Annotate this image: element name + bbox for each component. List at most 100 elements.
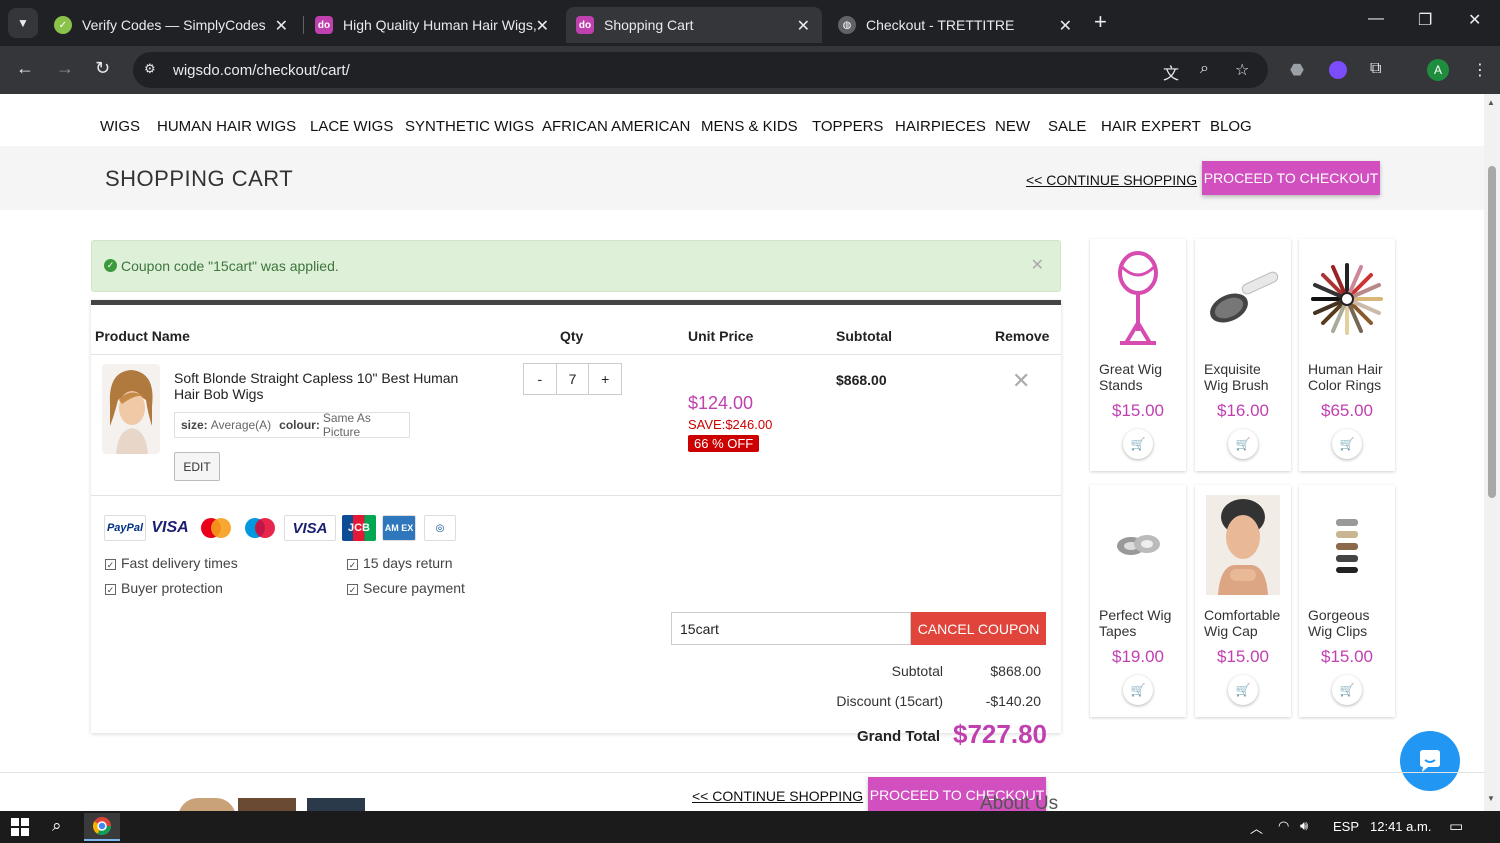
nav-toppers[interactable]: TOPPERS [812,118,883,135]
extension-icon[interactable]: ⬣ [1290,60,1304,80]
translate-icon[interactable]: 文 [1163,60,1179,84]
close-icon[interactable]: ✕ [1031,255,1044,275]
footer-thumbnail[interactable] [307,798,365,811]
nav-african-american[interactable]: AFRICAN AMERICAN [542,118,690,135]
product-name-link[interactable]: Soft Blonde Straight Capless 10" Best Hu… [174,370,474,402]
scroll-down-icon[interactable]: ▼ [1487,794,1495,803]
product-card-wig-stands[interactable]: Great Wig Stands $15.00 🛒 [1090,239,1186,471]
close-tab-icon[interactable]: ✕ [797,16,810,36]
volume-icon[interactable]: 🔊︎ [1300,818,1308,834]
nav-blog[interactable]: BLOG [1210,118,1252,135]
nav-lace-wigs[interactable]: LACE WIGS [310,118,393,135]
product-image[interactable] [1307,495,1387,595]
scroll-up-icon[interactable]: ▲ [1487,98,1495,107]
product-name[interactable]: Great Wig Stands [1099,361,1183,393]
product-image[interactable] [1203,249,1283,349]
chrome-taskbar-icon[interactable] [84,813,120,841]
add-to-cart-icon[interactable]: 🛒 [1123,675,1153,705]
proceed-to-checkout-button[interactable]: PROCEED TO CHECKOUT [1202,161,1380,195]
continue-shopping-link-bottom[interactable]: << CONTINUE SHOPPING [692,788,863,804]
back-icon[interactable]: ← [16,58,34,79]
product-name[interactable]: Exquisite Wig Brush [1204,361,1288,393]
product-price: $15.00 [1217,647,1269,666]
continue-shopping-link[interactable]: << CONTINUE SHOPPING [1026,172,1197,188]
close-tab-icon[interactable]: ✕ [536,16,549,36]
menu-kebab-icon[interactable]: ⋮ [1472,60,1488,80]
forward-icon[interactable]: → [56,58,74,79]
add-to-cart-icon[interactable]: 🛒 [1123,429,1153,459]
feature-text: Fast delivery times [121,555,238,571]
footer-thumbnail[interactable] [238,798,296,811]
qty-decrease-button[interactable]: - [524,364,556,394]
edit-button[interactable]: EDIT [174,452,220,481]
zoom-icon[interactable]: ⌕ [1200,60,1209,78]
qty-input[interactable]: 7 [555,364,590,394]
language-indicator[interactable]: ESP [1333,819,1359,834]
minimize-icon[interactable]: — [1368,10,1384,28]
chevron-up-icon[interactable]: ︿ [1250,818,1263,837]
add-to-cart-icon[interactable]: 🛒 [1332,429,1362,459]
product-image[interactable] [1098,249,1178,349]
windows-start-icon[interactable] [11,818,29,839]
chat-widget-button[interactable] [1400,731,1460,791]
tab-shopping-cart[interactable]: do Shopping Cart ✕ [566,7,822,43]
footer-thumbnail[interactable] [178,798,236,811]
restore-icon[interactable]: ❐ [1418,10,1432,30]
product-card-color-rings[interactable]: Human Hair Color Rings $65.00 🛒 [1299,239,1395,471]
new-tab-icon[interactable]: + [1094,11,1107,33]
close-window-icon[interactable]: ✕ [1468,10,1481,30]
browser-tab-bar: ▼ ✓ Verify Codes — SimplyCodes ✕ do High… [0,0,1500,46]
nav-hairpieces[interactable]: HAIRPIECES [895,118,986,135]
close-tab-icon[interactable]: ✕ [1059,16,1072,36]
page-scrollbar[interactable]: ▲ ▼ [1484,94,1500,811]
chat-bubble-icon [1420,750,1440,772]
product-name[interactable]: Human Hair Color Rings [1308,361,1392,393]
coupon-input[interactable]: 15cart [671,612,911,645]
add-to-cart-icon[interactable]: 🛒 [1332,675,1362,705]
site-info-icon[interactable]: ⚙ [144,61,156,77]
product-name[interactable]: Perfect Wig Tapes [1099,607,1183,639]
nav-synthetic-wigs[interactable]: SYNTHETIC WIGS [405,118,534,135]
nav-wigs[interactable]: WIGS [100,118,140,135]
product-price: $19.00 [1112,647,1164,666]
nav-human-hair-wigs[interactable]: HUMAN HAIR WIGS [157,118,296,135]
add-to-cart-icon[interactable]: 🛒 [1228,429,1258,459]
product-name[interactable]: Gorgeous Wig Clips [1308,607,1392,639]
remove-item-icon[interactable]: ✕ [1012,368,1030,394]
nav-hair-expert[interactable]: HAIR EXPERT [1101,118,1201,135]
product-image[interactable] [1307,249,1387,349]
product-image[interactable] [102,364,160,454]
scrollbar-thumb[interactable] [1488,166,1496,498]
product-card-wig-cap[interactable]: Comfortable Wig Cap $15.00 🛒 [1195,485,1291,717]
notification-icon[interactable]: ▭ [1449,817,1463,835]
search-icon[interactable]: ⌕ [52,816,62,836]
reload-icon[interactable]: ↻ [95,58,110,79]
extension-purple-icon[interactable] [1329,61,1347,79]
wifi-icon[interactable]: ◠ [1278,818,1289,834]
tab-checkout-trettitre[interactable]: ◍ Checkout - TRETTITRE ✕ [828,7,1084,43]
product-name[interactable]: Comfortable Wig Cap [1204,607,1288,639]
address-bar[interactable]: ⚙ wigsdo.com/checkout/cart/ [133,52,1268,88]
profile-avatar[interactable]: A [1427,59,1449,81]
tab-simplycodes[interactable]: ✓ Verify Codes — SimplyCodes ✕ [44,7,300,43]
product-card-wig-brush[interactable]: Exquisite Wig Brush $16.00 🛒 [1195,239,1291,471]
feature-text: 15 days return [363,555,453,571]
nav-mens-kids[interactable]: MENS & KIDS [701,118,798,135]
tab-wigsdo-home[interactable]: do High Quality Human Hair Wigs, ✕ [305,7,561,43]
product-card-wig-clips[interactable]: Gorgeous Wig Clips $15.00 🛒 [1299,485,1395,717]
tab-search-button[interactable]: ▼ [8,8,38,38]
add-to-cart-icon[interactable]: 🛒 [1228,675,1258,705]
nav-sale[interactable]: SALE [1048,118,1086,135]
url-text[interactable]: wigsdo.com/checkout/cart/ [173,62,350,79]
clock[interactable]: 12:41 a.m. [1370,819,1431,834]
header-remove: Remove [995,328,1050,344]
extensions-puzzle-icon[interactable]: ⧉ [1370,60,1381,78]
cancel-coupon-button[interactable]: CANCEL COUPON [911,612,1046,645]
nav-new[interactable]: NEW [995,118,1030,135]
qty-increase-button[interactable]: + [589,364,621,394]
product-image[interactable] [1203,495,1283,595]
bookmark-star-icon[interactable]: ☆ [1235,60,1249,80]
close-tab-icon[interactable]: ✕ [275,16,288,36]
product-card-wig-tapes[interactable]: Perfect Wig Tapes $19.00 🛒 [1090,485,1186,717]
product-image[interactable] [1098,495,1178,595]
